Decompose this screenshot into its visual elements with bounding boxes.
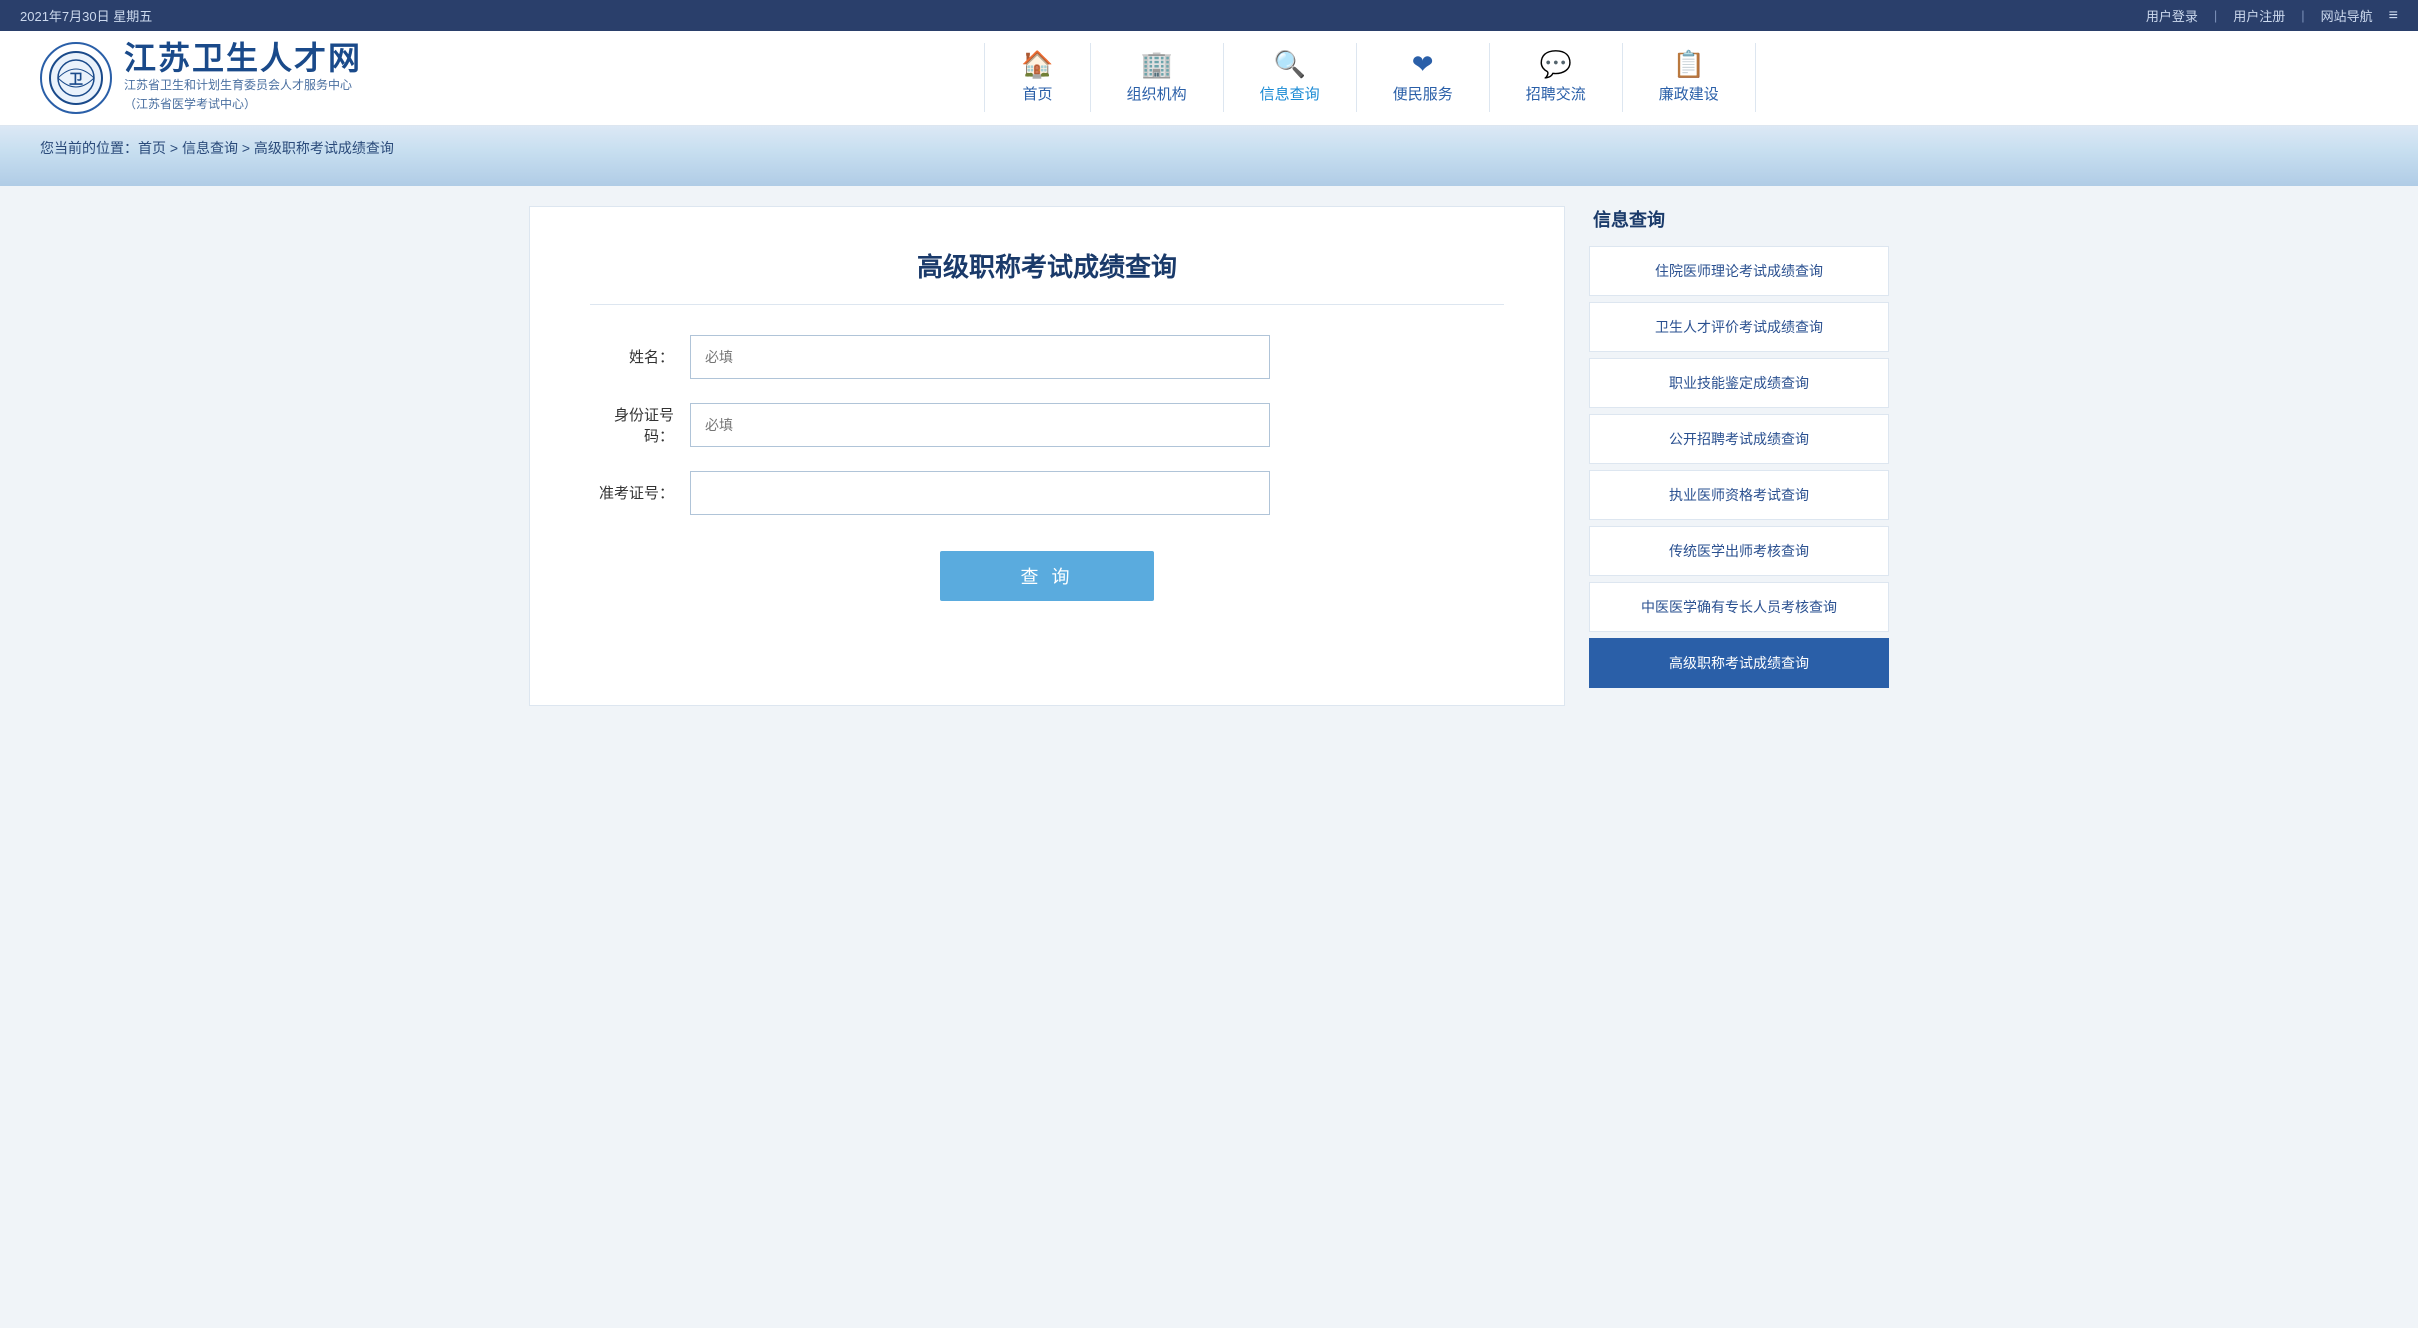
logo-area: 卫 江苏卫生人才网 江苏省卫生和计划生育委员会人才服务中心 （江苏省医学考试中心… bbox=[40, 41, 362, 115]
content-area: 高级职称考试成绩查询 姓名： 身份证号码： 准考证号： 查 询 bbox=[529, 206, 1565, 706]
nav-recruit-label: 招聘交流 bbox=[1526, 83, 1586, 104]
top-bar: 2021年7月30日 星期五 用户登录 | 用户注册 | 网站导航 ≡ bbox=[0, 0, 2418, 31]
integrity-icon: 📋 bbox=[1673, 51, 1705, 77]
register-link[interactable]: 用户注册 bbox=[2233, 6, 2285, 25]
sidebar-item-6[interactable]: 中医医学确有专长人员考核查询 bbox=[1589, 582, 1889, 632]
nav-home-label: 首页 bbox=[1022, 83, 1052, 104]
sidebar-item-2[interactable]: 职业技能鉴定成绩查询 bbox=[1589, 358, 1889, 408]
nav-integrity[interactable]: 📋 廉政建设 bbox=[1623, 43, 1756, 112]
nav-info-label: 信息查询 bbox=[1260, 83, 1320, 104]
sidebar-title: 信息查询 bbox=[1589, 206, 1889, 232]
divider: | bbox=[2214, 8, 2217, 23]
site-nav-link[interactable]: 网站导航 bbox=[2321, 6, 2373, 25]
top-bar-right: 用户登录 | 用户注册 | 网站导航 ≡ bbox=[2146, 6, 2398, 25]
nav-home[interactable]: 🏠 首页 bbox=[984, 43, 1090, 112]
id-input[interactable] bbox=[690, 403, 1270, 447]
service-icon: ❤ bbox=[1412, 51, 1434, 77]
sidebar: 信息查询 住院医师理论考试成绩查询 卫生人才评价考试成绩查询 职业技能鉴定成绩查… bbox=[1589, 206, 1889, 706]
org-icon: 🏢 bbox=[1140, 51, 1172, 77]
id-label: 身份证号码： bbox=[590, 404, 690, 446]
sidebar-item-7[interactable]: 高级职称考试成绩查询 bbox=[1589, 638, 1889, 688]
nav-info-query[interactable]: 🔍 信息查询 bbox=[1224, 43, 1357, 112]
home-icon: 🏠 bbox=[1021, 51, 1053, 77]
menu-icon[interactable]: ≡ bbox=[2389, 7, 2398, 25]
name-label: 姓名： bbox=[590, 346, 690, 367]
btn-row: 查 询 bbox=[590, 551, 1504, 601]
date-display: 2021年7月30日 星期五 bbox=[20, 6, 152, 25]
sidebar-item-3[interactable]: 公开招聘考试成绩查询 bbox=[1589, 414, 1889, 464]
query-icon: 🔍 bbox=[1273, 51, 1305, 77]
name-input[interactable] bbox=[690, 335, 1270, 379]
nav-recruit[interactable]: 💬 招聘交流 bbox=[1490, 43, 1623, 112]
nav-service-label: 便民服务 bbox=[1393, 83, 1453, 104]
query-form: 姓名： 身份证号码： 准考证号： 查 询 bbox=[590, 335, 1504, 601]
recruit-icon: 💬 bbox=[1540, 51, 1572, 77]
svg-text:卫: 卫 bbox=[69, 71, 83, 87]
logo-icon: 卫 bbox=[40, 42, 112, 114]
main-nav: 🏠 首页 🏢 组织机构 🔍 信息查询 ❤ 便民服务 💬 招聘交流 📋 廉政建设 bbox=[362, 43, 2378, 112]
sidebar-item-1[interactable]: 卫生人才评价考试成绩查询 bbox=[1589, 302, 1889, 352]
login-link[interactable]: 用户登录 bbox=[2146, 6, 2198, 25]
page-title: 高级职称考试成绩查询 bbox=[590, 247, 1504, 305]
exam-row: 准考证号： bbox=[590, 471, 1504, 515]
nav-org-label: 组织机构 bbox=[1127, 83, 1187, 104]
sidebar-item-0[interactable]: 住院医师理论考试成绩查询 bbox=[1589, 246, 1889, 296]
subtitle1: 江苏省卫生和计划生育委员会人才服务中心 bbox=[124, 76, 362, 95]
header: 卫 江苏卫生人才网 江苏省卫生和计划生育委员会人才服务中心 （江苏省医学考试中心… bbox=[0, 31, 2418, 126]
logo-text: 江苏卫生人才网 江苏省卫生和计划生育委员会人才服务中心 （江苏省医学考试中心） bbox=[124, 41, 362, 115]
nav-service[interactable]: ❤ 便民服务 bbox=[1357, 43, 1490, 112]
id-row: 身份证号码： bbox=[590, 403, 1504, 447]
site-title: 江苏卫生人才网 bbox=[124, 41, 362, 76]
name-row: 姓名： bbox=[590, 335, 1504, 379]
breadcrumb-bar: 您当前的位置：首页 > 信息查询 > 高级职称考试成绩查询 bbox=[0, 126, 2418, 186]
sidebar-item-4[interactable]: 执业医师资格考试查询 bbox=[1589, 470, 1889, 520]
divider2: | bbox=[2301, 8, 2304, 23]
breadcrumb: 您当前的位置：首页 > 信息查询 > 高级职称考试成绩查询 bbox=[40, 138, 394, 158]
sidebar-item-5[interactable]: 传统医学出师考核查询 bbox=[1589, 526, 1889, 576]
main-layout: 高级职称考试成绩查询 姓名： 身份证号码： 准考证号： 查 询 信息查询 住院医… bbox=[509, 206, 1909, 706]
nav-organization[interactable]: 🏢 组织机构 bbox=[1091, 43, 1224, 112]
exam-label: 准考证号： bbox=[590, 482, 690, 503]
nav-integrity-label: 廉政建设 bbox=[1659, 83, 1719, 104]
query-button[interactable]: 查 询 bbox=[940, 551, 1153, 601]
exam-input[interactable] bbox=[690, 471, 1270, 515]
subtitle2: （江苏省医学考试中心） bbox=[124, 95, 362, 114]
